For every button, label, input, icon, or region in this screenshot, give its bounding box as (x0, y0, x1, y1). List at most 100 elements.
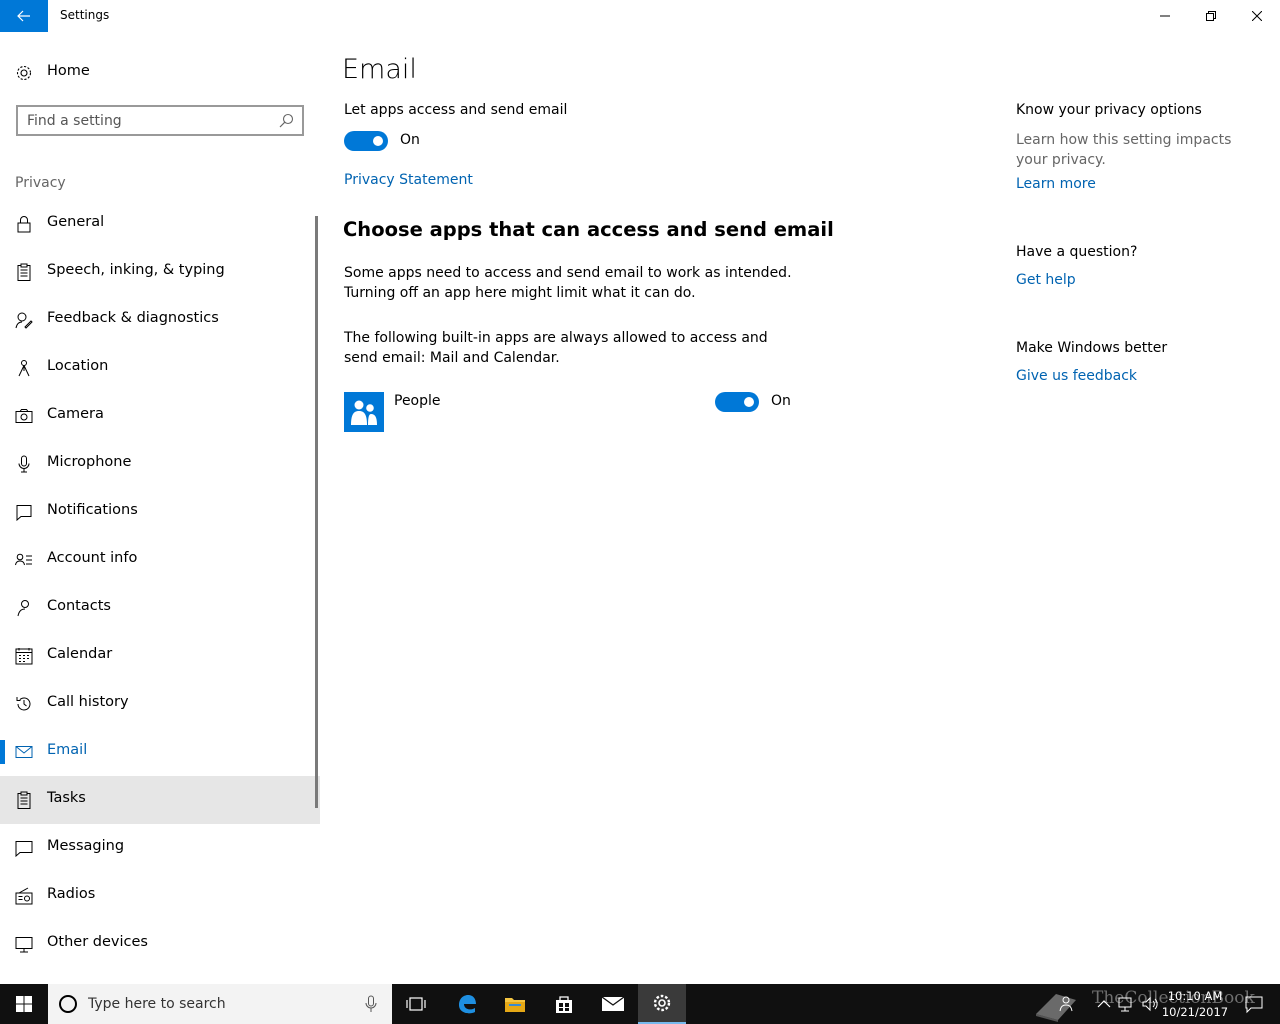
nav-item-label: Speech, inking, & typing (47, 262, 225, 278)
minimize-icon (1160, 15, 1170, 17)
volume-icon[interactable] (1140, 994, 1160, 1014)
close-button[interactable] (1234, 0, 1280, 32)
clock-date: 10/21/2017 (1161, 1005, 1229, 1019)
nav-item-radios[interactable]: Radios (0, 872, 320, 920)
page-title: Email (342, 54, 417, 85)
privacy-options-text: Learn how this setting impacts your priv… (1016, 132, 1232, 168)
cortana-icon (59, 995, 77, 1013)
nav-item-label: Calendar (47, 646, 113, 662)
nav-item-notifications[interactable]: Notifications (0, 488, 320, 536)
location-icon (18, 360, 30, 377)
task-view-button[interactable] (392, 984, 440, 1024)
nav-item-label: General (47, 214, 105, 230)
question-heading: Have a question? (1016, 244, 1138, 260)
sidebar-scrollbar[interactable] (315, 216, 318, 808)
nav-item-microphone[interactable]: Microphone (0, 440, 320, 488)
email-access-toggle-state: On (400, 132, 420, 148)
store-icon (556, 996, 572, 1013)
account-info-icon (15, 553, 32, 566)
lock-icon (17, 216, 31, 233)
taskbar-search-input[interactable] (88, 994, 348, 1014)
back-arrow-icon (17, 10, 30, 22)
feedback-icon (15, 312, 33, 329)
nav-item-label: Feedback & diagnostics (47, 310, 219, 326)
calendar-icon (15, 648, 33, 665)
notification-icon (16, 505, 32, 521)
people-toggle-state: On (771, 393, 791, 409)
nav-item-label: Microphone (47, 454, 132, 470)
home-label: Home (47, 63, 90, 79)
nav-item-contacts[interactable]: Contacts (0, 584, 320, 632)
chevron-up-icon[interactable] (1094, 994, 1114, 1014)
people-app-name: People (394, 393, 441, 409)
settings-app-button[interactable] (638, 984, 686, 1024)
network-icon[interactable] (1116, 994, 1136, 1014)
window-title: Settings (60, 8, 110, 22)
nav-item-location[interactable]: Location (0, 344, 320, 392)
nav-item-label: Email (47, 742, 88, 758)
taskbar-clock[interactable]: 10:10 AM 10/21/2017 (1160, 988, 1230, 1020)
task-view-icon (406, 997, 426, 1011)
people-app-tile (344, 392, 384, 432)
nav-item-label: Contacts (47, 598, 111, 614)
master-toggle-label: Let apps access and send email (344, 102, 568, 118)
mail-app-button[interactable] (589, 984, 637, 1024)
gear-icon (653, 994, 671, 1012)
restore-button[interactable] (1188, 0, 1234, 32)
nav-item-call-history[interactable]: Call history (0, 680, 320, 728)
give-feedback-link[interactable]: Give us feedback (1016, 368, 1137, 384)
contacts-icon (17, 600, 29, 617)
nav-item-general[interactable]: General (0, 200, 320, 248)
nav-item-account-info[interactable]: Account info (0, 536, 320, 584)
nav-item-messaging[interactable]: Messaging (0, 824, 320, 872)
nav-item-speech[interactable]: Speech, inking, & typing (0, 248, 320, 296)
nav-item-feedback[interactable]: Feedback & diagnostics (0, 296, 320, 344)
edge-button[interactable] (443, 984, 491, 1024)
sidebar: Home Privacy General Speech, inking, & t… (0, 32, 320, 984)
nav-item-tasks[interactable]: Tasks (0, 776, 320, 824)
file-explorer-button[interactable] (491, 984, 539, 1024)
people-icon (351, 400, 377, 425)
nav-item-label: Location (47, 358, 109, 374)
back-button[interactable] (0, 0, 48, 32)
radio-icon (15, 887, 33, 905)
nav-item-calendar[interactable]: Calendar (0, 632, 320, 680)
mail-icon (601, 996, 625, 1011)
home-nav-item[interactable]: Home (0, 56, 320, 90)
search-icon[interactable] (279, 113, 294, 128)
camera-icon (15, 409, 33, 423)
taskbar-search-box[interactable] (48, 984, 392, 1024)
edge-icon (459, 995, 476, 1014)
microphone-icon[interactable] (364, 995, 378, 1013)
microphone-icon (18, 455, 30, 473)
setting-search-input[interactable] (27, 111, 272, 131)
learn-more-link[interactable]: Learn more (1016, 176, 1096, 192)
apps-description: Some apps need to access and send email … (344, 265, 792, 301)
nav-item-camera[interactable]: Camera (0, 392, 320, 440)
nav-item-label: Notifications (47, 502, 138, 518)
people-toggle[interactable] (715, 392, 759, 412)
email-access-toggle[interactable] (344, 131, 388, 151)
get-help-link[interactable]: Get help (1016, 272, 1076, 288)
privacy-statement-link[interactable]: Privacy Statement (344, 172, 473, 188)
title-bar: Settings (0, 0, 1280, 32)
apps-section-heading: Choose apps that can access and send ema… (343, 218, 834, 241)
people-tray-icon[interactable] (1058, 994, 1078, 1014)
privacy-nav-list: General Speech, inking, & typing Feedbac… (0, 200, 320, 968)
builtin-apps-note: The following built-in apps are always a… (344, 330, 768, 366)
minimize-button[interactable] (1142, 0, 1188, 32)
action-center-icon[interactable] (1244, 994, 1264, 1014)
store-button[interactable] (540, 984, 588, 1024)
nav-item-label: Tasks (47, 790, 86, 806)
clipboard-icon (17, 263, 31, 281)
nav-item-other-devices[interactable]: Other devices (0, 920, 320, 968)
nav-item-email[interactable]: Email (0, 728, 320, 776)
clock-time: 10:10 AM (1167, 989, 1223, 1003)
make-windows-better-heading: Make Windows better (1016, 340, 1168, 356)
setting-search-box[interactable] (16, 105, 304, 136)
nav-item-label: Messaging (47, 838, 125, 854)
privacy-section-label: Privacy (15, 175, 66, 191)
start-button[interactable] (0, 984, 48, 1024)
windows-logo-icon (16, 996, 32, 1012)
mail-icon (15, 746, 33, 758)
